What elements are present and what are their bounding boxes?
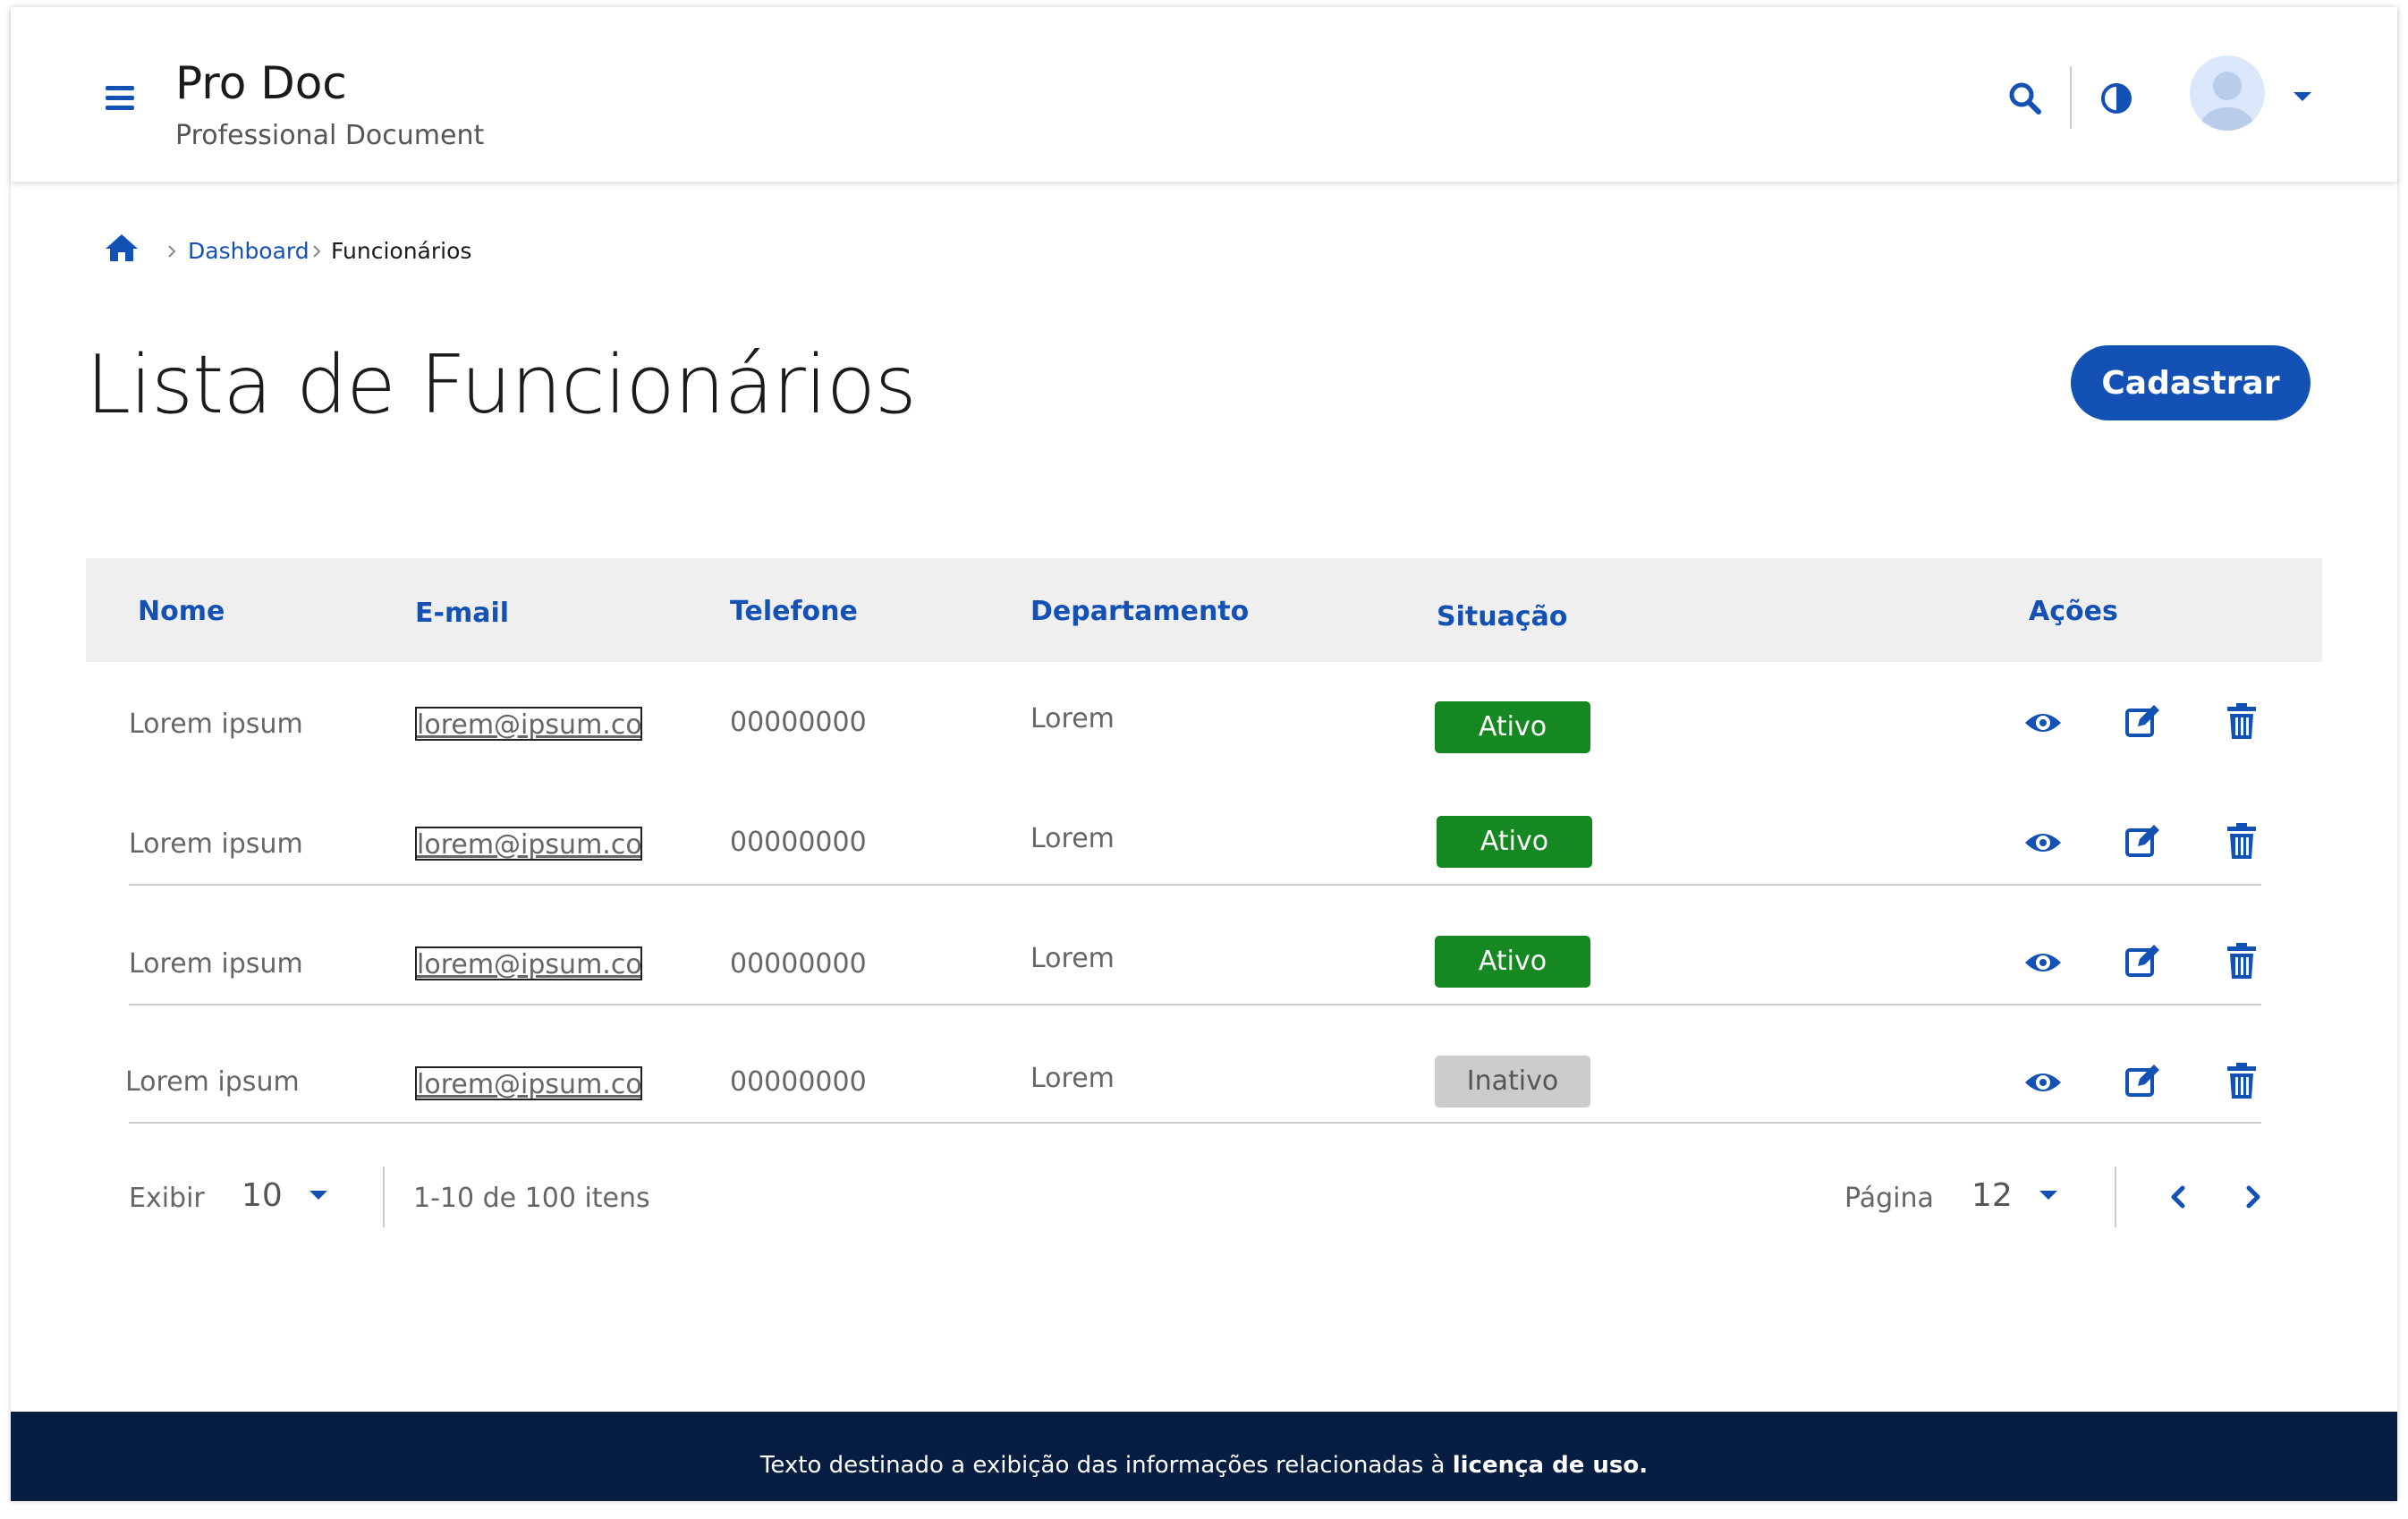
row-divider <box>129 884 2261 886</box>
cell-department: Lorem <box>1030 1063 1115 1094</box>
user-avatar-icon[interactable] <box>2190 55 2265 131</box>
trash-icon[interactable] <box>2222 701 2261 741</box>
header-divider <box>2070 66 2072 129</box>
edit-icon[interactable] <box>2124 821 2163 861</box>
cell-name: Lorem ipsum <box>125 1066 300 1098</box>
chevron-down-icon[interactable] <box>308 1188 329 1206</box>
edit-icon[interactable] <box>2124 701 2163 741</box>
pagination-divider <box>383 1167 385 1227</box>
chevron-right-icon[interactable] <box>2236 1181 2268 1213</box>
status-badge: Ativo <box>1435 936 1590 988</box>
home-icon[interactable] <box>104 233 140 263</box>
license-link[interactable]: licença de uso. <box>1453 1452 1648 1479</box>
app-title: Pro Doc <box>175 57 347 109</box>
per-page-select[interactable]: 10 <box>242 1177 283 1214</box>
chevron-down-icon[interactable] <box>2038 1188 2059 1206</box>
register-button[interactable]: Cadastrar <box>2071 345 2310 420</box>
chevron-down-icon[interactable] <box>2292 89 2313 107</box>
app-frame: Pro Doc Professional Document Dashboard … <box>11 7 2397 1501</box>
cell-phone: 00000000 <box>730 827 867 858</box>
column-header-phone: Telefone <box>730 596 858 627</box>
chevron-right-icon <box>311 243 322 263</box>
chevron-left-icon[interactable] <box>2163 1181 2195 1213</box>
breadcrumb-current: Funcionários <box>331 238 472 264</box>
page-select[interactable]: 12 <box>1971 1177 2013 1214</box>
pagination-divider <box>2115 1167 2116 1227</box>
table-header: Nome E-mail Telefone Departamento Situaç… <box>86 558 2322 662</box>
trash-icon[interactable] <box>2222 1061 2261 1100</box>
cell-phone: 00000000 <box>730 948 867 980</box>
cell-name: Lorem ipsum <box>129 828 303 860</box>
cell-department: Lorem <box>1030 823 1115 854</box>
eye-icon[interactable] <box>2023 823 2063 862</box>
column-header-status: Situação <box>1437 601 1568 632</box>
trash-icon[interactable] <box>2222 941 2261 980</box>
app-subtitle: Professional Document <box>175 120 485 151</box>
cell-phone: 00000000 <box>730 707 867 738</box>
cell-email-link[interactable]: lorem@ipsum.com <box>415 707 642 741</box>
row-divider <box>129 1122 2261 1124</box>
show-label: Exibir <box>129 1183 205 1214</box>
search-icon[interactable] <box>2007 81 2043 116</box>
eye-icon[interactable] <box>2023 943 2063 982</box>
cell-phone: 00000000 <box>730 1066 867 1098</box>
column-header-actions: Ações <box>2029 596 2118 627</box>
cell-email-link[interactable]: lorem@ipsum.com <box>415 946 642 980</box>
status-badge: Ativo <box>1435 701 1590 753</box>
contrast-icon[interactable] <box>2100 82 2132 115</box>
footer: Texto destinado a exibição das informaçõ… <box>11 1412 2397 1501</box>
range-text: 1-10 de 100 itens <box>413 1183 650 1214</box>
column-header-name: Nome <box>138 596 225 627</box>
chevron-right-icon <box>166 243 177 263</box>
row-divider <box>129 1004 2261 1006</box>
edit-icon[interactable] <box>2124 1061 2163 1100</box>
status-badge: Inativo <box>1435 1056 1590 1107</box>
eye-icon[interactable] <box>2023 703 2063 743</box>
edit-icon[interactable] <box>2124 941 2163 980</box>
cell-name: Lorem ipsum <box>129 948 303 980</box>
cell-email-link[interactable]: lorem@ipsum.com <box>415 827 642 861</box>
breadcrumb-dashboard[interactable]: Dashboard <box>188 238 309 264</box>
page-title: Lista de Funcionários <box>86 338 917 432</box>
cell-name: Lorem ipsum <box>129 709 303 740</box>
cell-department: Lorem <box>1030 703 1115 734</box>
page-label: Página <box>1844 1183 1934 1214</box>
status-badge: Ativo <box>1437 816 1592 868</box>
column-header-department: Departamento <box>1030 596 1250 627</box>
footer-text: Texto destinado a exibição das informaçõ… <box>759 1452 1453 1479</box>
eye-icon[interactable] <box>2023 1063 2063 1102</box>
cell-department: Lorem <box>1030 943 1115 974</box>
column-header-email: E-mail <box>415 598 510 629</box>
trash-icon[interactable] <box>2222 821 2261 861</box>
menu-icon[interactable] <box>106 86 134 110</box>
cell-email-link[interactable]: lorem@ipsum.com <box>415 1066 642 1100</box>
header: Pro Doc Professional Document <box>11 7 2397 182</box>
